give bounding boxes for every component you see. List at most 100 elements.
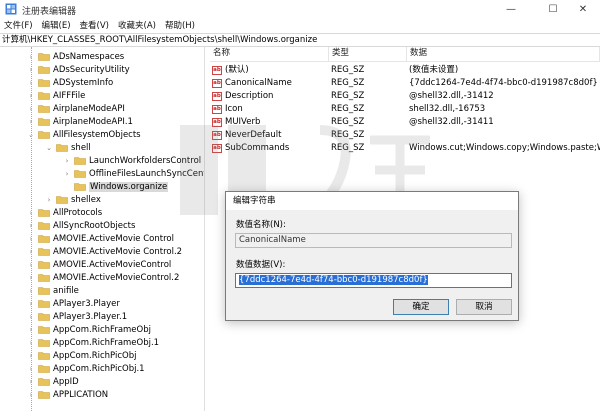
- value-type: REG_SZ: [331, 130, 365, 140]
- tree-item[interactable]: › ADsNamespaces: [27, 50, 125, 63]
- folder-icon: [56, 143, 68, 152]
- value-type: REG_SZ: [331, 117, 365, 127]
- tree-item[interactable]: › AppCom.RichPicObj.1: [27, 362, 145, 375]
- value-data-input[interactable]: {7ddc1264-7e4d-4f74-bbc0-d191987c8d0f}: [235, 273, 512, 288]
- tree-item[interactable]: › AppCom.RichFrameObj: [27, 323, 151, 336]
- tree-item[interactable]: › AirplaneModeAPI: [27, 102, 125, 115]
- chevron-right-icon[interactable]: ›: [45, 196, 53, 204]
- value-name: CanonicalName: [225, 78, 292, 88]
- chevron-right-icon[interactable]: ›: [63, 157, 71, 165]
- menu-edit[interactable]: 编辑(E): [42, 19, 71, 33]
- ok-button[interactable]: 确定: [393, 299, 449, 315]
- tree-item[interactable]: › APPLICATION: [27, 388, 109, 401]
- tree-item[interactable]: › LaunchWorkfoldersControl: [63, 154, 202, 167]
- value-name-cell: ab SubCommands: [212, 142, 289, 155]
- folder-icon: [38, 78, 50, 87]
- minimize-button[interactable]: —: [494, 0, 528, 19]
- tree-item[interactable]: ⌄ AllFilesystemObjects: [27, 128, 141, 141]
- tree-item[interactable]: › AMOVIE.ActiveMovie Control.2: [27, 245, 182, 258]
- tree-item[interactable]: › OfflineFilesLaunchSyncCenter: [63, 167, 205, 180]
- column-header-type[interactable]: 类型: [329, 47, 407, 61]
- menu-favorites[interactable]: 收藏夹(A): [118, 19, 156, 33]
- tree-item[interactable]: › ADsSecurityUtility: [27, 63, 130, 76]
- value-data: @shell32.dll,-31412: [409, 91, 494, 101]
- menu-file[interactable]: 文件(F): [4, 19, 33, 33]
- value-row[interactable]: ab SubCommands REG_SZ Windows.cut;Windows.c…: [210, 142, 600, 155]
- tree-item-label: AMOVIE.ActiveMovieControl.2: [53, 272, 180, 283]
- string-value-icon: ab: [212, 131, 222, 140]
- header-divider: [210, 61, 600, 62]
- value-row[interactable]: ab (默认) REG_SZ (数值未设置): [210, 64, 600, 77]
- value-row[interactable]: ab CanonicalName REG_SZ {7ddc1264-7e4d-4f74…: [210, 77, 600, 90]
- tree-item-label: AIFFFile: [53, 90, 86, 101]
- value-data: {7ddc1264-7e4d-4f74-bbc0-d191987c8d0f}: [409, 78, 598, 88]
- menu-help[interactable]: 帮助(H): [165, 19, 195, 33]
- tree-item[interactable]: › AMOVIE.ActiveMovie Control: [27, 232, 174, 245]
- window-title: 注册表编辑器: [22, 7, 77, 17]
- string-value-icon: ab: [212, 66, 222, 75]
- folder-icon: [38, 377, 50, 386]
- value-row[interactable]: ab Description REG_SZ @shell32.dll,-31412: [210, 90, 600, 103]
- title-bar: 注册表编辑器 — ☐ ✕: [0, 0, 600, 19]
- minimize-icon: —: [506, 4, 516, 15]
- string-value-icon: ab: [212, 92, 222, 101]
- value-name-cell: ab Icon: [212, 103, 243, 116]
- folder-icon: [38, 325, 50, 334]
- column-header-name[interactable]: 名称: [210, 47, 329, 61]
- tree-item-label: AllProtocols: [53, 207, 103, 218]
- tree-item-label: AMOVIE.ActiveMovie Control: [53, 233, 174, 244]
- tree-item[interactable]: › AMOVIE.ActiveMovieControl: [27, 258, 172, 271]
- tree-item[interactable]: › AllSyncRootObjects: [27, 219, 136, 232]
- maximize-icon: ☐: [548, 4, 558, 15]
- folder-icon: [38, 130, 50, 139]
- value-data: shell32.dll,-16753: [409, 104, 486, 114]
- tree-item[interactable]: › AIFFFile: [27, 89, 86, 102]
- folder-icon: [38, 247, 50, 256]
- value-name: (默认): [225, 65, 249, 75]
- folder-icon: [38, 351, 50, 360]
- tree-item[interactable]: › AppID: [27, 375, 79, 388]
- value-name: MUIVerb: [225, 117, 261, 127]
- tree-item-label: OfflineFilesLaunchSyncCenter: [89, 168, 205, 179]
- tree-item[interactable]: › shellex: [45, 193, 101, 206]
- chevron-right-icon[interactable]: ›: [63, 170, 71, 178]
- tree-item[interactable]: Windows.organize: [63, 180, 169, 193]
- value-row[interactable]: ab Icon REG_SZ shell32.dll,-16753: [210, 103, 600, 116]
- tree-item[interactable]: › AllProtocols: [27, 206, 103, 219]
- menu-view[interactable]: 查看(V): [80, 19, 109, 33]
- address-bar[interactable]: 计算机\HKEY_CLASSES_ROOT\AllFilesystemObjec…: [0, 33, 600, 47]
- value-row[interactable]: ab NeverDefault REG_SZ: [210, 129, 600, 142]
- tree-item[interactable]: › AppCom.RichPicObj: [27, 349, 137, 362]
- string-value-icon: ab: [212, 118, 222, 127]
- folder-icon: [38, 390, 50, 399]
- value-type: REG_SZ: [331, 104, 365, 114]
- string-value-icon: ab: [212, 79, 222, 88]
- tree-item[interactable]: › AMOVIE.ActiveMovieControl.2: [27, 271, 180, 284]
- value-name-cell: ab MUIVerb: [212, 116, 260, 129]
- column-header-data[interactable]: 数据: [407, 47, 600, 61]
- value-type: REG_SZ: [331, 78, 365, 88]
- tree-item[interactable]: › ADSystemInfo: [27, 76, 114, 89]
- cancel-button[interactable]: 取消: [456, 299, 512, 315]
- value-row[interactable]: ab MUIVerb REG_SZ @shell32.dll,-31411: [210, 116, 600, 129]
- tree-item[interactable]: › anifile: [27, 284, 79, 297]
- tree-item-label: shell: [71, 142, 91, 153]
- value-type: REG_SZ: [331, 143, 365, 153]
- folder-icon: [74, 169, 86, 178]
- close-button[interactable]: ✕: [566, 0, 600, 19]
- folder-icon: [38, 273, 50, 282]
- tree-item-label: AppID: [53, 376, 79, 387]
- value-name-cell: ab Description: [212, 90, 273, 103]
- tree-item[interactable]: › APlayer3.Player.1: [27, 310, 128, 323]
- tree-item[interactable]: › AirplaneModeAPI.1: [27, 115, 133, 128]
- chevron-down-icon[interactable]: ⌄: [45, 144, 53, 152]
- tree-item-label: AppCom.RichPicObj.1: [53, 363, 145, 374]
- tree-item[interactable]: ⌄ shell: [45, 141, 91, 154]
- tree-item[interactable]: › APlayer3.Player: [27, 297, 120, 310]
- folder-icon: [38, 104, 50, 113]
- maximize-button[interactable]: ☐: [536, 0, 570, 19]
- tree-item[interactable]: › AppCom.RichFrameObj.1: [27, 336, 160, 349]
- string-value-icon: ab: [212, 105, 222, 114]
- tree-item-label: AMOVIE.ActiveMovie Control.2: [53, 246, 183, 257]
- value-data: Windows.cut;Windows.copy;Windows.paste;W…: [409, 143, 600, 153]
